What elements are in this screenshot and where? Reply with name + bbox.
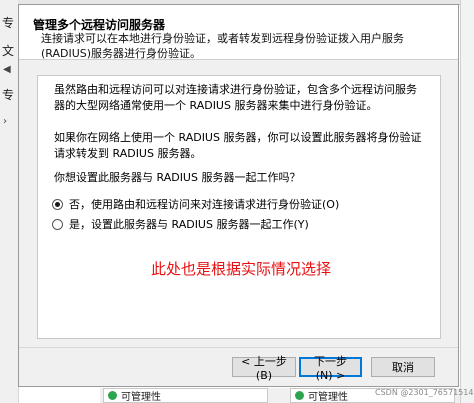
radio-option-label: 是，设置此服务器与 RADIUS 服务器一起工作(Y) [69, 218, 309, 231]
description-text: 如果你在网络上使用一个 RADIUS 服务器，你可以设置此服务器将身份验证请求转… [54, 131, 422, 160]
tile-label: 可管理性 [121, 392, 161, 403]
status-ok-icon [295, 391, 304, 400]
cancel-button[interactable]: 取消 [371, 357, 435, 377]
background-window-right-edge [460, 0, 474, 403]
radio-option-no[interactable]: 否，使用路由和远程访问来对连接请求进行身份验证(O) [52, 196, 339, 212]
background-char: 文 [2, 44, 15, 58]
back-button[interactable]: < 上一步(B) [232, 355, 296, 382]
chevron-right-icon[interactable]: › [3, 116, 7, 127]
background-char: 专 [2, 88, 15, 102]
radio-option-yes[interactable]: 是，设置此服务器与 RADIUS 服务器一起工作(Y) [52, 216, 309, 232]
background-window-left-edge: 专 文 ◀ 专 › [0, 0, 19, 403]
radio-unselected-icon[interactable] [52, 218, 63, 230]
wizard-header: 管理多个远程访问服务器 连接请求可以在本地进行身份验证，或者转发到远程身份验证拨… [19, 5, 458, 60]
wizard-dialog: 管理多个远程访问服务器 连接请求可以在本地进行身份验证，或者转发到远程身份验证拨… [18, 4, 459, 387]
background-tile[interactable]: 可管理性 [103, 388, 268, 403]
status-ok-icon [108, 391, 117, 400]
radio-option-label: 否，使用路由和远程访问来对连接请求进行身份验证(O) [69, 198, 340, 211]
button-bar: < 上一步(B) 下一步(N) > 取消 [19, 347, 458, 388]
description-text: 虽然路由和远程访问可以对连接请求进行身份验证，包含多个远程访问服务器的大型网络通… [54, 83, 417, 112]
watermark: CSDN @2301_76571514 [375, 388, 474, 397]
page-subtitle: 连接请求可以在本地进行身份验证，或者转发到远程身份验证拨入用户服务(RADIUS… [41, 32, 404, 60]
next-button[interactable]: 下一步(N) > [299, 355, 362, 382]
radio-selected-icon[interactable] [52, 198, 63, 210]
tile-label: 可管理性 [308, 392, 348, 403]
chevron-left-icon[interactable]: ◀ [3, 64, 11, 75]
question-text: 你想设置此服务器与 RADIUS 服务器一起工作吗？ [54, 171, 301, 184]
content-panel: 虽然路由和远程访问可以对连接请求进行身份验证，包含多个远程访问服务器的大型网络通… [37, 75, 441, 339]
annotation-text: 此处也是根据实际情况选择 [151, 260, 332, 278]
background-char: 专 [2, 16, 15, 30]
